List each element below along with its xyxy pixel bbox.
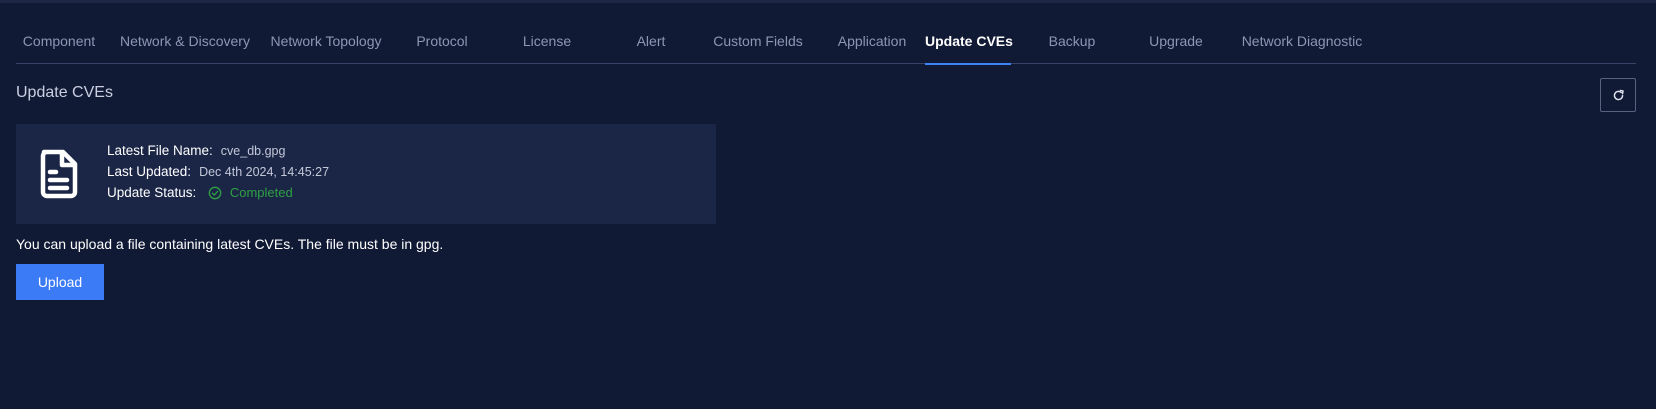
update-status-label: Update Status: <box>107 185 197 200</box>
document-icon <box>40 149 78 199</box>
latest-file-row: Latest File Name: cve_db.gpg <box>107 143 285 158</box>
tab-network-diagnostic[interactable]: Network Diagnostic <box>1230 30 1374 64</box>
last-updated-label: Last Updated: <box>107 164 192 179</box>
upload-button[interactable]: Upload <box>16 264 104 300</box>
tab-component[interactable]: Component <box>16 30 102 64</box>
tab-license[interactable]: License <box>510 30 584 64</box>
tab-protocol[interactable]: Protocol <box>406 30 478 64</box>
tab-alert[interactable]: Alert <box>624 30 678 64</box>
last-updated-value: Dec 4th 2024, 14:45:27 <box>199 165 330 179</box>
update-status-row: Update Status: Completed <box>107 185 293 200</box>
settings-tabs: Component Network & Discovery Network To… <box>16 30 1636 65</box>
latest-file-value: cve_db.gpg <box>220 144 286 158</box>
tab-application[interactable]: Application <box>826 30 918 64</box>
latest-file-label: Latest File Name: <box>107 143 213 158</box>
tab-upgrade[interactable]: Upgrade <box>1140 30 1212 64</box>
tab-network-discovery[interactable]: Network & Discovery <box>118 30 252 64</box>
refresh-button[interactable] <box>1600 78 1636 112</box>
cve-file-info-card: Latest File Name: cve_db.gpg Last Updated… <box>16 124 716 224</box>
page-title: Update CVEs <box>16 84 113 101</box>
tab-network-topology[interactable]: Network Topology <box>266 30 386 64</box>
tab-backup[interactable]: Backup <box>1034 30 1110 64</box>
tab-update-cves[interactable]: Update CVEs <box>925 30 1013 65</box>
last-updated-row: Last Updated: Dec 4th 2024, 14:45:27 <box>107 164 329 179</box>
tab-custom-fields[interactable]: Custom Fields <box>706 30 810 64</box>
refresh-icon <box>1613 89 1624 100</box>
top-border <box>0 0 1656 3</box>
update-status-value: Completed <box>229 185 293 200</box>
check-circle-icon <box>208 186 222 200</box>
upload-hint-text: You can upload a file containing latest … <box>16 236 444 252</box>
